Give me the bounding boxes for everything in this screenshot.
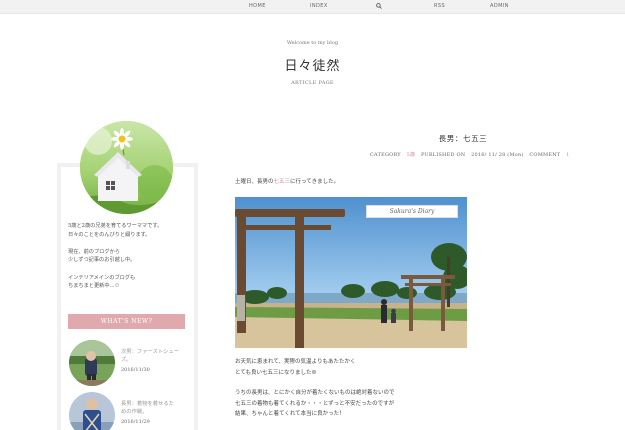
intro-link[interactable]: 七五三 (274, 179, 291, 185)
nav-admin[interactable]: ADMIN (490, 3, 509, 9)
nav-index[interactable]: INDEX (310, 3, 328, 9)
paragraph-line: うちの長男は、とにかく自分が着たくないものは絶対着ないので (235, 390, 395, 396)
article-photo[interactable] (235, 197, 467, 348)
news-title-1[interactable]: 次男：ファーストシュー ズ。 (121, 348, 191, 364)
news-title-line: ズ。 (121, 357, 132, 363)
profile-line (68, 265, 198, 274)
article-title: 長男：七五三 (438, 134, 488, 143)
meta-published-label: PUBLISHED ON (420, 152, 466, 158)
meta-category-label: CATEGORY (370, 152, 401, 158)
meta-comment-count[interactable]: 1 (566, 152, 569, 158)
profile-line: 5歳と2歳の兄弟を育てるワーママです。 (68, 223, 163, 229)
article-paragraph-1: お天気に恵まれて、実際の気温よりもあたたかく とても良い七五三になりました☺ (235, 357, 355, 378)
profile-line: 現在、前のブログから (68, 248, 120, 255)
meta-category-link[interactable]: 5歳 (407, 152, 416, 158)
news-title-2[interactable]: 長男：着物を着せるた めの作戦。 (121, 400, 191, 416)
profile-line: インテリアメインのブログも (68, 274, 136, 281)
article-paragraph-2: うちの長男は、とにかく自分が着たくないものは絶対着ないので 七五三の着物も着てく… (235, 388, 395, 420)
welcome-text: Welcome to my blog (286, 40, 339, 46)
profile-description: 5歳と2歳の兄弟を育てるワーママです。 日々のことをのんびりと綴ります。 現在、… (68, 222, 198, 291)
paragraph-line: とても良い七五三になりました☺ (235, 369, 317, 376)
news-date-2: 2016/11/29 (121, 419, 150, 425)
paragraph-line: お天気に恵まれて、実際の気温よりもあたたかく (235, 359, 356, 365)
profile-line: ちまちまと更新中…☺ (68, 282, 198, 291)
profile-avatar (80, 121, 173, 214)
news-date-1: 2016/11/30 (121, 367, 150, 373)
paragraph-line: 結果、ちゃんと着てくれて本当に良かった！ (235, 411, 345, 417)
smile-icon: ☺ (114, 283, 120, 290)
nav-home[interactable]: HOME (249, 3, 266, 9)
article-intro: 土曜日、長男の七五三に行ってきました。 (235, 177, 339, 188)
news-thumb-2[interactable] (69, 392, 115, 430)
news-title-line: 次男：ファーストシュー (121, 349, 180, 355)
top-nav: HOME INDEX RSS ADMIN (0, 0, 625, 14)
search-icon[interactable] (376, 3, 382, 9)
profile-line-text: ちまちまと更新中… (68, 283, 115, 290)
meta-date: 2016/ 11/ 28 (Mon) (471, 152, 524, 158)
site-title[interactable]: 日々徒然 (0, 55, 625, 74)
photo-watermark: Sakura's Diary (366, 205, 458, 218)
news-title-line: 長男：着物を着せるた (121, 401, 174, 407)
article-meta: CATEGORY 5歳 PUBLISHED ON 2016/ 11/ 28 (M… (370, 151, 574, 158)
intro-text: に行ってきました。 (290, 179, 340, 185)
nav-rss[interactable]: RSS (434, 3, 445, 9)
profile-line: 少しずつ記事のお引越し中。 (68, 257, 136, 264)
intro-text: 土曜日、長男の (235, 179, 274, 185)
news-title-line: めの作戦。 (121, 409, 148, 415)
profile-line (68, 239, 198, 248)
news-thumb-1[interactable] (69, 340, 115, 386)
paragraph-line: 七五三の着物も着てくれるか・・・とずっと不安だったのですが (235, 400, 395, 407)
meta-comment-label: COMMENT (529, 152, 561, 158)
profile-line: 日々のことをのんびりと綴ります。 (68, 231, 151, 238)
whats-new-heading: WHAT'S NEW? (68, 314, 185, 329)
page-type-label: ARTICLE PAGE (291, 80, 334, 86)
